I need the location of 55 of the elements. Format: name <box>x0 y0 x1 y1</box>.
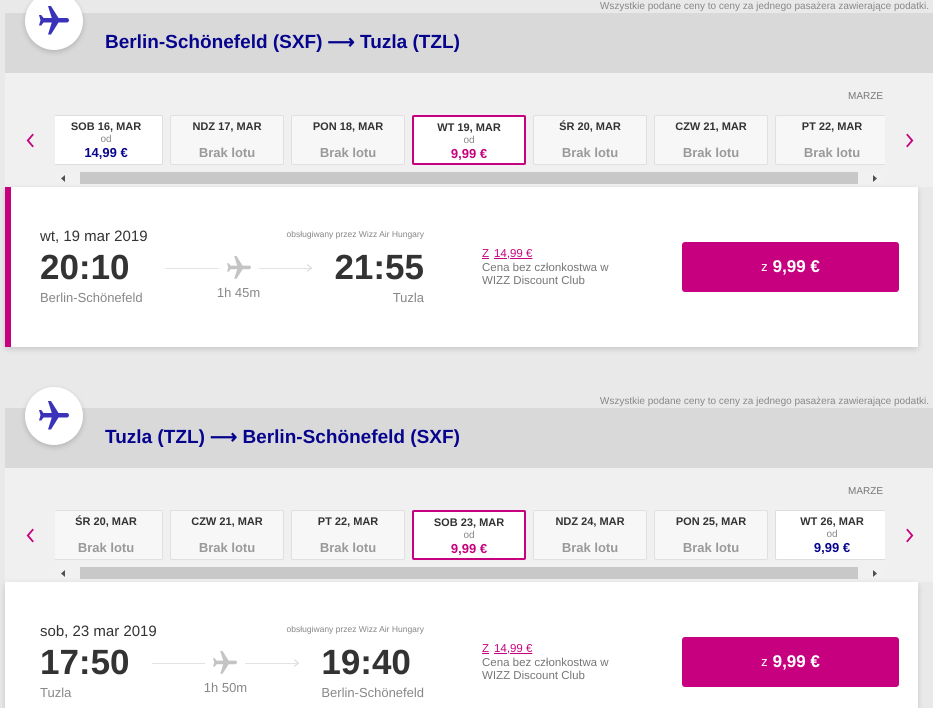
date-tab[interactable]: CZW 21, MAR Brak lotu <box>170 510 284 560</box>
price-notice: Wszystkie podane ceny to ceny za jednego pasażera zawierające podatki. <box>600 0 929 13</box>
price-notice: Wszystkie podane ceny to ceny za jednego pasażera zawierające podatki. <box>600 395 929 408</box>
date-tab[interactable]: SOB 16, MAR od 14,99 € <box>55 115 163 165</box>
route-arrow <box>258 264 312 272</box>
date-tab[interactable]: WT 19, MAR od 9,99 € <box>412 115 526 165</box>
airplane-icon <box>226 256 251 280</box>
departure-time: 20:10 <box>40 250 131 286</box>
arrival-city: Tuzla <box>392 290 424 306</box>
airplane-icon <box>213 651 238 675</box>
date-tab[interactable]: ŚR 20, MAR Brak lotu <box>55 510 163 560</box>
price-note: Cena bez członkostwa w WIZZ Discount Club <box>482 656 610 682</box>
flight-date: sob, 23 mar 2019 <box>40 623 157 641</box>
member-price-link[interactable]: Z 14,99 € <box>482 642 532 656</box>
month-label: MARZE <box>848 486 883 498</box>
scroll-left-icon[interactable] <box>61 174 65 182</box>
date-tab[interactable]: WT 26, MAR od 9,99 € <box>775 510 885 560</box>
scroll-left-icon[interactable] <box>61 570 65 576</box>
flight-card[interactable]: sob, 23 mar 2019 obsługiwany przez Wizz Air Hungary 17:50 Tuzla 1h 50m 19:40 Berlin-Schönefeld Z 14,99 € Cena bez członkostwa w WIZZ Discount Club z 9,99 € <box>5 582 918 708</box>
flight-card[interactable]: wt, 19 mar 2019 obsługiwany przez Wizz Air Hungary 20:10 Berlin-Schönefeld 1h 45m 21:55 Tuzla Z 14,99 € Cena bez członkostwa w WIZZ Discount Club z 9,99 € <box>5 187 918 347</box>
operator-label: obsługiwany przez Wizz Air Hungary <box>286 623 424 635</box>
chevron-left-icon[interactable] <box>26 132 34 148</box>
scroll-right-icon[interactable] <box>873 570 877 576</box>
date-tab[interactable]: PON 18, MAR Brak lotu <box>291 115 405 165</box>
date-tab[interactable]: CZW 21, MAR Brak lotu <box>654 115 768 165</box>
date-tab[interactable]: PT 22, MAR Brak lotu <box>775 115 885 165</box>
departure-city: Tuzla <box>40 685 72 701</box>
flight-duration: 1h 45m <box>216 285 260 301</box>
departure-time: 17:50 <box>40 645 130 681</box>
route-title: Berlin-Schönefeld (SXF) ⟶ Tuzla (TZL) <box>105 31 460 55</box>
airplane-icon <box>25 387 83 445</box>
date-tab[interactable]: NDZ 17, MAR Brak lotu <box>170 115 284 165</box>
departure-city: Berlin-Schönefeld <box>40 290 143 306</box>
arrival-time: 19:40 <box>321 645 411 681</box>
date-tab[interactable]: PT 22, MAR Brak lotu <box>291 510 405 560</box>
chevron-right-icon[interactable] <box>904 132 914 148</box>
date-tab[interactable]: NDZ 24, MAR Brak lotu <box>533 510 647 560</box>
member-price-link[interactable]: Z 14,99 € <box>482 246 532 262</box>
date-tab[interactable]: PON 25, MAR Brak lotu <box>654 510 768 560</box>
month-label: MARZE <box>848 91 883 103</box>
select-fare-button[interactable]: z 9,99 € <box>682 637 899 687</box>
date-tab[interactable]: SOB 23, MAR od 9,99 € <box>412 510 526 560</box>
route-title: Tuzla (TZL) ⟶ Berlin-Schönefeld (SXF) <box>105 426 460 450</box>
scroll-right-icon[interactable] <box>873 174 877 182</box>
select-fare-button[interactable]: z 9,99 € <box>682 242 899 292</box>
arrival-city: Berlin-Schönefeld <box>321 685 424 701</box>
flight-duration: 1h 50m <box>204 680 248 696</box>
date-tab[interactable]: ŚR 20, MAR Brak lotu <box>533 115 647 165</box>
operator-label: obsługiwany przez Wizz Air Hungary <box>286 228 424 240</box>
price-note: Cena bez członkostwa w WIZZ Discount Club <box>482 262 610 288</box>
flight-date: wt, 19 mar 2019 <box>40 228 148 246</box>
arrival-time: 21:55 <box>334 250 424 286</box>
chevron-left-icon[interactable] <box>26 528 34 542</box>
chevron-right-icon[interactable] <box>904 528 914 542</box>
route-arrow <box>245 659 300 667</box>
